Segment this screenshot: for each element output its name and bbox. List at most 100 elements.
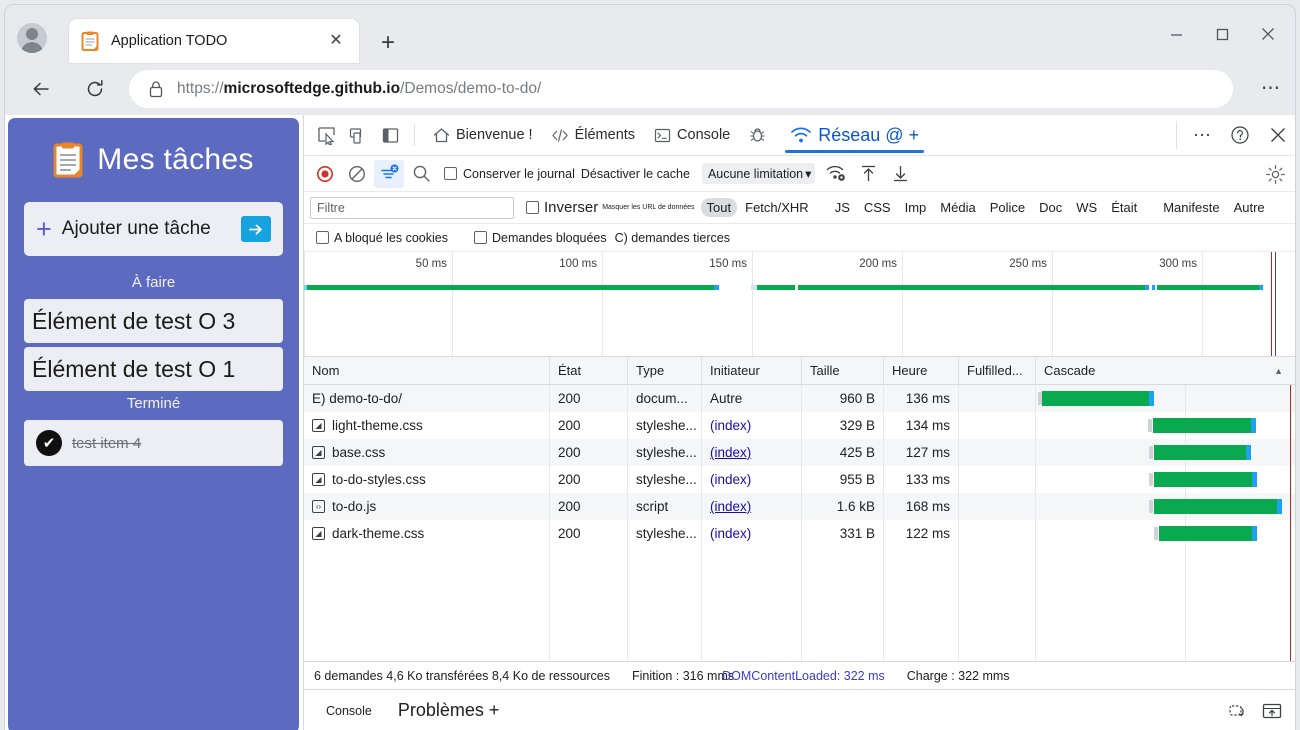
checkbox[interactable] bbox=[316, 231, 329, 244]
device-toolbar-icon[interactable] bbox=[342, 120, 374, 150]
record-icon[interactable] bbox=[310, 160, 340, 188]
more-options-icon[interactable]: ⋯ bbox=[1183, 121, 1221, 149]
tab-debugger[interactable] bbox=[739, 115, 781, 155]
initiator-link[interactable]: (index) bbox=[710, 526, 751, 541]
filter-icon[interactable] bbox=[374, 159, 404, 188]
browser-tab[interactable]: Application TODO ✕ bbox=[69, 19, 359, 63]
close-window-icon[interactable] bbox=[1245, 17, 1291, 51]
avatar[interactable] bbox=[17, 23, 47, 53]
preserve-log-checkbox[interactable]: Conserver le journal bbox=[444, 167, 575, 181]
filter-type-etait[interactable]: Était bbox=[1105, 198, 1143, 217]
table-row[interactable]: ◢ base.css 200 styleshe... (index) 425 B… bbox=[304, 439, 1295, 466]
invert-checkbox[interactable]: Inverser bbox=[526, 199, 598, 216]
filter-input[interactable]: Filtre bbox=[310, 196, 514, 219]
tab-reseau[interactable]: Réseau @ + bbox=[781, 115, 928, 155]
task-item[interactable]: Élément de test O 1 bbox=[24, 347, 283, 391]
column-header-cascade[interactable]: Cascade ▲ bbox=[1036, 357, 1295, 385]
column-header-fulfilled[interactable]: Fulfilled... bbox=[959, 357, 1036, 385]
submit-task-button[interactable] bbox=[241, 216, 271, 242]
filter-type-ws[interactable]: WS bbox=[1070, 198, 1103, 217]
task-item-completed[interactable]: ✔ test item 4 bbox=[24, 420, 283, 466]
filter-type-tout[interactable]: Tout bbox=[700, 198, 738, 217]
hide-data-urls-label[interactable]: Masquer les URL de données bbox=[602, 204, 694, 211]
table-row[interactable]: ◢ light-theme.css 200 styleshe... (index… bbox=[304, 412, 1295, 439]
cell-name[interactable]: ◢ light-theme.css bbox=[304, 412, 550, 439]
column-header-heure[interactable]: Heure bbox=[884, 357, 959, 385]
column-header-initiateur[interactable]: Initiateur bbox=[702, 357, 802, 385]
dock-side-icon[interactable] bbox=[374, 120, 406, 150]
cell-name[interactable]: ‹› to-do.js bbox=[304, 493, 550, 520]
column-header-nom[interactable]: Nom bbox=[304, 357, 550, 385]
close-devtools-icon[interactable] bbox=[1259, 121, 1295, 149]
filter-type-autre[interactable]: Autre bbox=[1228, 198, 1271, 217]
filter-type-js[interactable]: JS bbox=[829, 198, 856, 217]
third-party-checkbox[interactable]: C) demandes tierces bbox=[615, 231, 730, 245]
reload-icon[interactable] bbox=[77, 71, 113, 107]
new-tab-button[interactable]: + bbox=[373, 29, 403, 57]
blocked-requests-checkbox[interactable]: Demandes bloquées bbox=[473, 231, 607, 245]
network-conditions-icon[interactable] bbox=[821, 160, 851, 188]
column-header-taille[interactable]: Taille bbox=[802, 357, 884, 385]
table-row[interactable]: ◢ dark-theme.css 200 styleshe... (index)… bbox=[304, 520, 1295, 547]
cell-initiator[interactable]: (index) bbox=[702, 493, 802, 520]
help-icon[interactable] bbox=[1221, 121, 1259, 149]
network-filter-bar: Filtre Inverser Masquer les URL de donné… bbox=[304, 192, 1295, 224]
search-icon[interactable] bbox=[406, 160, 436, 188]
cell-initiator[interactable]: (index) bbox=[702, 439, 802, 466]
minimize-icon[interactable] bbox=[1153, 17, 1199, 51]
cell-initiator[interactable]: (index) bbox=[702, 412, 802, 439]
add-task-row[interactable]: + Ajouter une tâche bbox=[24, 202, 283, 256]
add-task-input[interactable]: Ajouter une tâche bbox=[62, 218, 241, 240]
cell-initiator[interactable]: (index) bbox=[702, 520, 802, 547]
initiator-link[interactable]: (index) bbox=[710, 472, 751, 487]
table-row[interactable]: ‹› to-do.js 200 script (index) 1.6 kB 16… bbox=[304, 493, 1295, 520]
maximize-icon[interactable] bbox=[1199, 17, 1245, 51]
browser-more-icon[interactable]: ⋯ bbox=[1261, 79, 1281, 98]
throttling-select[interactable]: Aucune limitation ▾ bbox=[701, 163, 816, 184]
initiator-link[interactable]: (index) bbox=[710, 445, 751, 460]
task-item[interactable]: Élément de test O 3 bbox=[24, 299, 283, 343]
export-har-icon[interactable] bbox=[885, 160, 915, 188]
filter-type-imp[interactable]: Imp bbox=[899, 198, 933, 217]
drawer-tab-problemes[interactable]: Problèmes + bbox=[388, 697, 510, 724]
filter-type-fetch-xhr[interactable]: Fetch/XHR bbox=[739, 198, 815, 217]
table-row[interactable]: E) demo-to-do/ 200 docum... Autre 960 B … bbox=[304, 385, 1295, 412]
filter-type-doc[interactable]: Doc bbox=[1033, 198, 1068, 217]
address-bar[interactable]: https://microsoftedge.github.io/Demos/de… bbox=[129, 70, 1233, 108]
sort-ascending-icon[interactable]: ▲ bbox=[1274, 357, 1289, 385]
cell-initiator[interactable]: (index) bbox=[702, 466, 802, 493]
tab-bienvenue[interactable]: Bienvenue ! bbox=[423, 115, 542, 155]
blocked-cookies-checkbox[interactable]: A bloqué les cookies bbox=[316, 231, 448, 245]
cell-name[interactable]: ◢ dark-theme.css bbox=[304, 520, 550, 547]
tab-elements[interactable]: Éléments bbox=[542, 115, 644, 155]
checkbox[interactable] bbox=[526, 201, 539, 214]
initiator-link[interactable]: (index) bbox=[710, 499, 751, 514]
filter-type-media[interactable]: Média bbox=[934, 198, 981, 217]
cell-name[interactable]: ◢ base.css bbox=[304, 439, 550, 466]
drawer-tab-console[interactable]: Console bbox=[316, 700, 382, 721]
checkmark-icon[interactable]: ✔ bbox=[36, 430, 62, 456]
network-overview-timeline[interactable]: 50 ms 100 ms 150 ms 200 ms 250 ms 300 ms bbox=[304, 252, 1295, 357]
disable-cache-checkbox[interactable]: Désactiver le cache bbox=[581, 167, 690, 181]
tab-console[interactable]: Console bbox=[644, 115, 739, 155]
table-row[interactable]: ◢ to-do-styles.css 200 styleshe... (inde… bbox=[304, 466, 1295, 493]
cell-name[interactable]: ◢ to-do-styles.css bbox=[304, 466, 550, 493]
clear-icon[interactable] bbox=[342, 160, 372, 188]
column-header-etat[interactable]: État bbox=[550, 357, 628, 385]
drawer-expand-icon[interactable] bbox=[1257, 697, 1287, 725]
filter-type-manifeste[interactable]: Manifeste bbox=[1157, 198, 1225, 217]
checkbox[interactable] bbox=[444, 167, 457, 180]
close-icon[interactable]: ✕ bbox=[325, 30, 347, 52]
gear-icon[interactable] bbox=[1261, 160, 1289, 188]
cell-name[interactable]: E) demo-to-do/ bbox=[304, 385, 550, 412]
column-header-type[interactable]: Type bbox=[628, 357, 702, 385]
import-har-icon[interactable] bbox=[853, 160, 883, 188]
initiator-link[interactable]: (index) bbox=[710, 418, 751, 433]
animation-icon[interactable] bbox=[1223, 697, 1253, 725]
filter-type-police[interactable]: Police bbox=[984, 198, 1031, 217]
checkbox[interactable] bbox=[473, 231, 487, 244]
filter-type-css[interactable]: CSS bbox=[858, 198, 897, 217]
back-icon[interactable] bbox=[23, 71, 59, 107]
cell-status: 200 bbox=[550, 412, 628, 439]
inspect-element-icon[interactable] bbox=[310, 120, 342, 150]
